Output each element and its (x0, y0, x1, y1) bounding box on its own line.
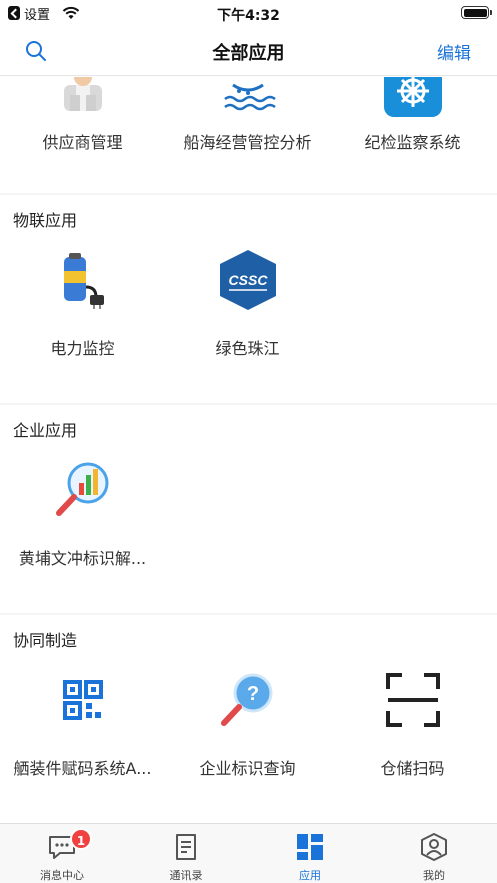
tab-messages[interactable]: 1 消息中心 (0, 824, 124, 883)
app-label: 船海经营管控分析 (183, 133, 312, 152)
tab-label: 我的 (423, 869, 445, 882)
contacts-book-icon (176, 834, 196, 860)
unread-badge: 1 (70, 828, 92, 850)
app-label: 供应商管理 (42, 133, 123, 152)
profile-icon (421, 833, 447, 861)
app-enterprise-id-query[interactable]: ? 企业标识查询 (165, 667, 330, 807)
section-collab-manufacturing: 协同制造 舾装件赋码系统A... ? 企业标识查询 仓储扫码 (0, 615, 497, 823)
app-label: 企业标识查询 (199, 759, 296, 778)
battery-icon (461, 6, 492, 19)
edit-button[interactable]: 编辑 (437, 39, 471, 64)
app-label: 纪检监察系统 (364, 133, 461, 152)
status-bar: 设置 下午4:32 (0, 0, 497, 26)
svg-text:?: ? (246, 683, 258, 705)
app-ship-ops-analysis[interactable]: 船海经营管控分析 (165, 77, 330, 193)
scan-frame-icon (385, 673, 440, 727)
app-warehouse-scan[interactable]: 仓储扫码 (330, 667, 495, 807)
app-label: 舾装件赋码系统A... (13, 759, 152, 778)
status-time: 下午4:32 (217, 8, 280, 24)
tab-profile[interactable]: 我的 (372, 824, 496, 883)
app-label: 黄埔文冲标识解... (18, 549, 147, 568)
section-enterprise-apps: 企业应用 黄埔文冲标识解... (0, 405, 497, 613)
battery-plug-icon (63, 253, 104, 309)
app-supplier-management[interactable]: 供应商管理 (0, 77, 165, 193)
section-title: 企业应用 (13, 421, 78, 440)
apps-content[interactable]: 供应商管理 船海经营管控分析 纪检监察系统 物联应用 电力监控 CSSC 绿色珠… (0, 77, 497, 823)
tab-label: 应用 (299, 869, 321, 882)
nav-bar: 全部应用 编辑 (0, 26, 497, 76)
app-outfitting-coding[interactable]: 舾装件赋码系统A... (0, 667, 165, 807)
tab-label: 消息中心 (40, 869, 84, 882)
section-top: 供应商管理 船海经营管控分析 纪检监察系统 (0, 77, 497, 193)
tab-contacts[interactable]: 通讯录 (124, 824, 248, 883)
tab-apps[interactable]: 应用 (248, 824, 372, 883)
app-power-monitoring[interactable]: 电力监控 (0, 247, 165, 387)
supplier-person-icon (63, 77, 102, 111)
app-green-pearl-river[interactable]: CSSC 绿色珠江 (165, 247, 330, 387)
app-discipline-inspection[interactable]: 纪检监察系统 (330, 77, 495, 193)
section-iot-apps: 物联应用 电力监控 CSSC 绿色珠江 (0, 195, 497, 403)
magnifier-chart-icon (55, 462, 108, 516)
app-label: 绿色珠江 (215, 339, 280, 358)
magnifier-question-icon: ? (220, 673, 272, 726)
helm-wheel-icon (383, 77, 442, 117)
tab-bar: 1 消息中心 通讯录 应用 我的 (0, 823, 497, 883)
cssc-logo-icon: CSSC (219, 250, 276, 310)
app-huangpu-identifier[interactable]: 黄埔文冲标识解... (0, 457, 165, 597)
section-title: 物联应用 (13, 211, 78, 230)
ship-waves-icon (223, 83, 276, 111)
svg-text:CSSC: CSSC (228, 272, 268, 288)
app-label: 仓储扫码 (380, 759, 445, 778)
section-title: 协同制造 (13, 631, 78, 650)
apps-grid-icon (297, 834, 323, 860)
app-label: 电力监控 (50, 339, 115, 358)
page-title: 全部应用 (212, 43, 285, 64)
qr-code-icon (62, 680, 103, 720)
tab-label: 通讯录 (169, 869, 203, 882)
